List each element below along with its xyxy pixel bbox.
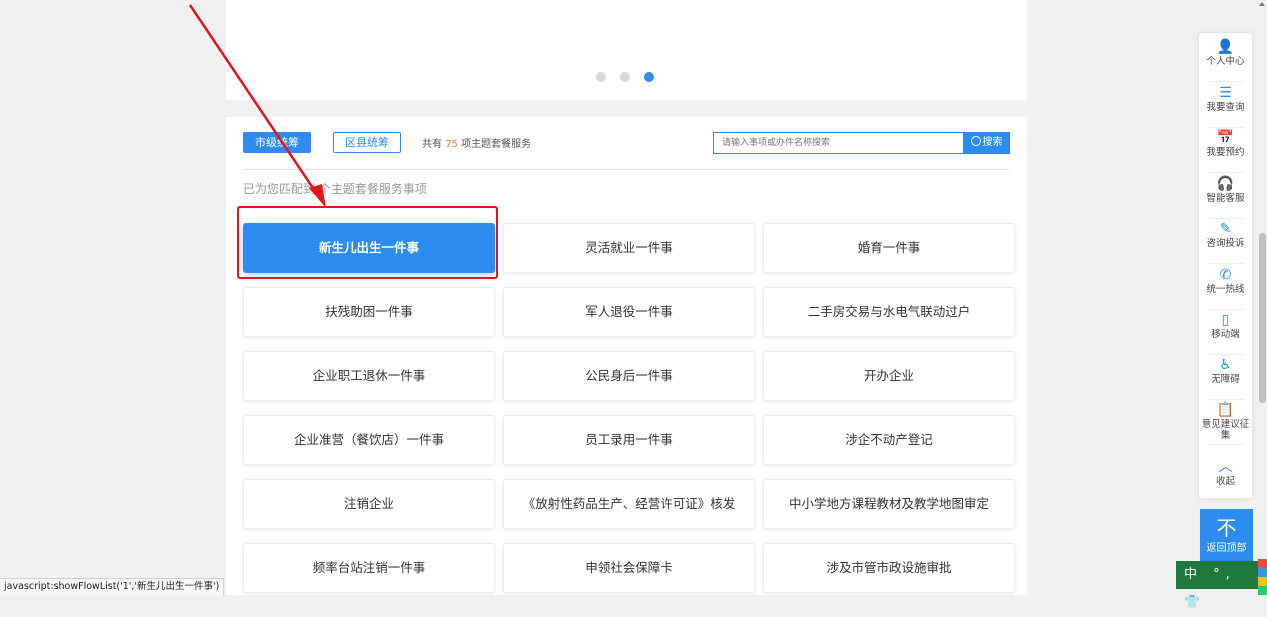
sidebar-divider — [1207, 81, 1244, 82]
sidebar-item-feedback[interactable]: 📋 意见建议征集 — [1199, 402, 1252, 441]
back-to-top-button[interactable]: 不 返回顶部 — [1200, 509, 1253, 562]
phone-icon: ✆ — [1219, 267, 1232, 283]
search-icon — [970, 136, 981, 146]
carousel-dot[interactable] — [596, 72, 606, 82]
sidebar-item-collapse[interactable]: ︿ 收起 — [1199, 459, 1252, 487]
mobile-icon: ▯ — [1221, 312, 1230, 328]
service-card[interactable]: 婚育一件事 — [763, 223, 1015, 273]
sidebar-divider — [1207, 309, 1244, 310]
ime-toolbar[interactable]: 中 °, 👕 — [1176, 561, 1258, 610]
headset-icon: 🎧 — [1216, 176, 1235, 192]
sidebar-item-mobile[interactable]: ▯ 移动端 — [1199, 312, 1252, 340]
user-icon: 👤 — [1216, 39, 1235, 55]
carousel-dot[interactable] — [620, 72, 630, 82]
search-button-label: 搜索 — [982, 137, 1003, 148]
service-card[interactable]: 注销企业 — [243, 479, 495, 529]
sidebar-divider — [1207, 354, 1244, 355]
sidebar-divider — [1207, 172, 1244, 173]
service-card[interactable]: 中小学地方课程教材及教学地图审定 — [763, 479, 1015, 529]
ime-flag — [1258, 559, 1267, 595]
sidebar-item-label: 统一热线 — [1206, 284, 1245, 295]
service-card[interactable]: 企业准营（餐饮店）一件事 — [243, 415, 495, 465]
sidebar-item-label: 意见建议征集 — [1201, 419, 1250, 441]
count-suffix: 项主题套餐服务 — [461, 139, 532, 150]
service-card[interactable]: 申领社会保障卡 — [503, 543, 755, 593]
service-card[interactable]: 涉企不动产登记 — [763, 415, 1015, 465]
collapse-icon: ︿ — [1218, 459, 1233, 475]
service-card[interactable]: 二手房交易与水电气联动过户 — [763, 287, 1015, 337]
annotation-arrow — [188, 4, 326, 208]
service-card[interactable]: 频率台站注销一件事 — [243, 543, 495, 593]
scroll-up-arrow-icon[interactable] — [1259, 2, 1265, 6]
sidebar-item-label: 智能客服 — [1206, 193, 1245, 204]
count-number: 75 — [445, 139, 458, 150]
count-prefix: 共有 — [422, 139, 442, 150]
feedback-icon: 📋 — [1216, 402, 1235, 418]
sidebar-item-label: 我要预约 — [1206, 147, 1245, 158]
service-card[interactable]: 涉及市管市政设施审批 — [763, 543, 1015, 593]
sidebar-item-label: 个人中心 — [1206, 56, 1245, 67]
edit-icon: ✎ — [1219, 221, 1232, 237]
service-count: 共有 75 项主题套餐服务 — [422, 135, 531, 150]
sidebar-divider — [1207, 399, 1244, 400]
sidebar-item-user[interactable]: 👤 个人中心 — [1199, 39, 1252, 67]
sidebar-item-query[interactable]: ☰ 我要查询 — [1199, 85, 1252, 113]
sidebar-divider — [1207, 218, 1244, 219]
sidebar-item-calendar[interactable]: 📅 我要预约 — [1199, 130, 1252, 158]
service-card[interactable]: 扶残助困一件事 — [243, 287, 495, 337]
sidebar-item-edit[interactable]: ✎ 咨询投诉 — [1199, 221, 1252, 249]
service-card[interactable]: 《放射性药品生产、经营许可证》核发 — [503, 479, 755, 529]
sidebar-item-label: 无障碍 — [1211, 374, 1240, 385]
sidebar-item-phone[interactable]: ✆ 统一热线 — [1199, 267, 1252, 295]
sidebar-divider — [1207, 263, 1244, 264]
sidebar-item-label: 咨询投诉 — [1206, 238, 1245, 249]
calendar-icon: 📅 — [1216, 130, 1235, 146]
service-card[interactable]: 军人退役一件事 — [503, 287, 755, 337]
sidebar-divider — [1207, 127, 1244, 128]
sidebar-divider — [1207, 444, 1244, 445]
sidebar-item-label: 移动端 — [1211, 329, 1240, 340]
back-to-top-icon: 不 — [1216, 516, 1237, 540]
status-bar: javascript:showFlowList('1','新生儿出生一件事') — [0, 578, 225, 596]
carousel-dot-active[interactable] — [644, 72, 654, 82]
sidebar-item-accessibility[interactable]: ♿ 无障碍 — [1199, 357, 1252, 385]
sidebar-item-label: 我要查询 — [1206, 102, 1245, 113]
service-card[interactable]: 企业职工退休一件事 — [243, 351, 495, 401]
query-icon: ☰ — [1219, 85, 1232, 101]
service-card[interactable]: 灵活就业一件事 — [503, 223, 755, 273]
scrollbar-thumb[interactable] — [1259, 233, 1266, 403]
service-card[interactable]: 公民身后一件事 — [503, 351, 755, 401]
carousel-dots — [596, 72, 654, 82]
floating-sidebar: 👤 个人中心 ☰ 我要查询 📅 我要预约 🎧 智能客服 ✎ 咨询投诉 ✆ 统一热线 ▯ 移动端 ♿ 无障碍 📋 意… — [1199, 33, 1252, 498]
service-card[interactable]: 员工录用一件事 — [503, 415, 755, 465]
service-card[interactable]: 开办企业 — [763, 351, 1015, 401]
search-button[interactable]: 搜索 — [963, 132, 1010, 154]
sidebar-item-headset[interactable]: 🎧 智能客服 — [1199, 176, 1252, 204]
accessibility-icon: ♿ — [1219, 357, 1232, 373]
search-input[interactable] — [713, 132, 963, 154]
sidebar-item-label: 收起 — [1215, 476, 1235, 487]
back-to-top-label: 返回顶部 — [1206, 543, 1247, 554]
